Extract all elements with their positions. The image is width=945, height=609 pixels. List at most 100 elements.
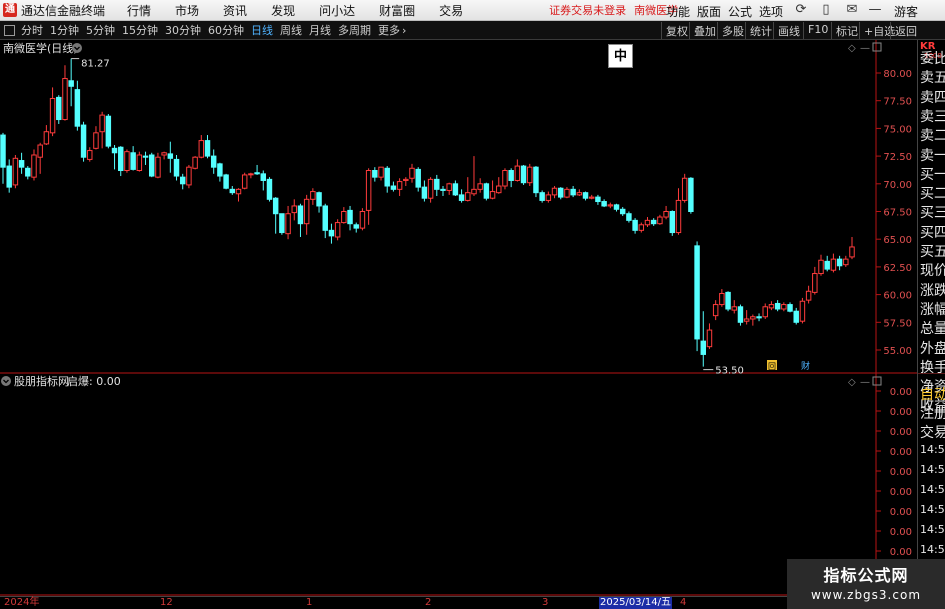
btn-fanhui[interactable]: 返回: [890, 22, 921, 39]
candle: [254, 164, 260, 175]
period-60min[interactable]: 60分钟: [208, 22, 244, 38]
btn-f10[interactable]: F10: [803, 22, 832, 39]
candle-body-down: [520, 165, 527, 184]
candle: [793, 307, 799, 325]
candle-body-down: [483, 183, 490, 199]
refresh-icon[interactable]: ⟳: [792, 1, 810, 19]
candle: [118, 146, 124, 177]
diamond-icon-2[interactable]: ◇: [848, 377, 856, 388]
menu-gongshi[interactable]: 公式: [728, 3, 752, 20]
candle-body-down: [204, 140, 211, 157]
candle-body-up: [49, 97, 56, 134]
candle-body-up: [31, 154, 37, 178]
menu-caifuquan[interactable]: 财富圈: [379, 2, 415, 19]
candle-body-up: [663, 211, 669, 218]
period-15min[interactable]: 15分钟: [122, 22, 158, 38]
candle-body-up: [843, 258, 849, 266]
candle: [0, 132, 6, 184]
period-1min[interactable]: 1分钟: [50, 22, 79, 38]
minimize-icon[interactable]: —: [866, 1, 884, 19]
menu-shichang[interactable]: 市场: [175, 2, 199, 19]
btn-biaoji[interactable]: 标记: [831, 22, 862, 39]
date-label-2: 2: [425, 597, 432, 608]
candle: [272, 197, 279, 234]
menu-jiaoyi[interactable]: 交易: [439, 2, 463, 19]
indicator-tick-label: 0.00: [890, 527, 912, 538]
maximize-panel-icon[interactable]: [872, 42, 882, 52]
candle: [49, 87, 56, 137]
chart-menu-icon[interactable]: [72, 43, 82, 53]
candle: [576, 189, 583, 196]
guest-label[interactable]: 游客: [894, 3, 918, 20]
diamond-icon[interactable]: ◇: [848, 43, 856, 54]
period-more[interactable]: 更多: [378, 22, 400, 38]
quote-label: 外盘: [920, 340, 945, 357]
period-multi[interactable]: 多周期: [338, 22, 371, 38]
candle: [297, 203, 304, 237]
quote-label: 总量: [920, 321, 945, 338]
minimize-panel-icon[interactable]: —: [860, 43, 870, 54]
quote-label: 买二: [920, 186, 945, 203]
kline-chart[interactable]: 南微医学(日线) ◇ — 80.00 77.50 75.00 72.50 70.00 67…: [0, 40, 917, 596]
menu-faxian[interactable]: 发现: [271, 2, 295, 19]
candle: [706, 323, 713, 349]
candle-body-up: [291, 205, 297, 214]
period-30min[interactable]: 30分钟: [165, 22, 201, 38]
side-link[interactable]: 注册: [920, 403, 945, 423]
tick-time: 14:56: [920, 483, 945, 496]
btn-fuquan[interactable]: 复权: [661, 22, 692, 39]
candle: [719, 289, 725, 307]
period-daily[interactable]: 日线: [251, 22, 273, 38]
period-weekly[interactable]: 周线: [280, 22, 302, 38]
candle: [750, 314, 756, 326]
btn-huaxian[interactable]: 画线: [773, 22, 804, 39]
period-5min[interactable]: 5分钟: [86, 22, 115, 38]
tick-time: 14:55: [920, 443, 945, 456]
menu-wenxiaoda[interactable]: 问小达: [319, 2, 355, 19]
watermark-line2: www.zbgs3.com: [810, 588, 922, 602]
candle-body-up: [310, 191, 316, 200]
candle: [6, 159, 12, 193]
candle-body-down: [322, 205, 328, 231]
maximize-panel-icon-2[interactable]: [872, 376, 882, 386]
candle-body-up: [496, 185, 502, 194]
candle-body-up: [675, 199, 682, 234]
btn-duogu[interactable]: 多股: [717, 22, 748, 39]
candle-body-down: [390, 185, 397, 190]
chevron-right-icon[interactable]: ›: [402, 24, 406, 37]
btn-diejia[interactable]: 叠加: [689, 22, 720, 39]
zhong-button[interactable]: 中: [608, 44, 633, 68]
candle-body-down: [372, 170, 378, 178]
side-link[interactable]: 自动: [920, 384, 945, 404]
period-monthly[interactable]: 月线: [309, 22, 331, 38]
candle: [570, 186, 576, 198]
btn-tongji[interactable]: 统计: [745, 22, 776, 39]
candle: [440, 186, 446, 196]
candle-body-down: [74, 89, 81, 127]
candle: [427, 177, 434, 203]
menu-banmian[interactable]: 版面: [697, 3, 721, 20]
candle: [87, 147, 93, 162]
candle: [496, 177, 502, 194]
period-fenshi[interactable]: 分时: [21, 22, 43, 38]
candle-body-up: [303, 198, 310, 225]
minimize-panel-icon-2[interactable]: —: [860, 377, 870, 388]
y-tick-label: 67.50: [883, 208, 912, 219]
mail-icon[interactable]: ✉: [843, 1, 861, 19]
candle: [93, 126, 99, 150]
date-label-cursor: 2025/03/14/五: [599, 597, 673, 609]
panel-toggle-icon[interactable]: [4, 24, 15, 36]
menu-hangqing[interactable]: 行情: [127, 2, 151, 19]
menu-gongneng[interactable]: 功能: [666, 3, 690, 20]
candle-body-up: [731, 306, 737, 311]
side-link[interactable]: 交易: [920, 422, 945, 442]
menu-zixun[interactable]: 资讯: [223, 2, 247, 19]
event-marker-b-label[interactable]: 财: [801, 360, 810, 372]
candle: [799, 297, 806, 324]
login-status[interactable]: 证券交易未登录: [549, 2, 626, 18]
candle-body-down: [737, 306, 744, 323]
indicator-menu-icon[interactable]: [1, 376, 11, 386]
mobile-icon[interactable]: ▯: [817, 1, 835, 19]
candle-body-down: [316, 192, 322, 207]
menu-xuanxiang[interactable]: 选项: [759, 3, 783, 20]
